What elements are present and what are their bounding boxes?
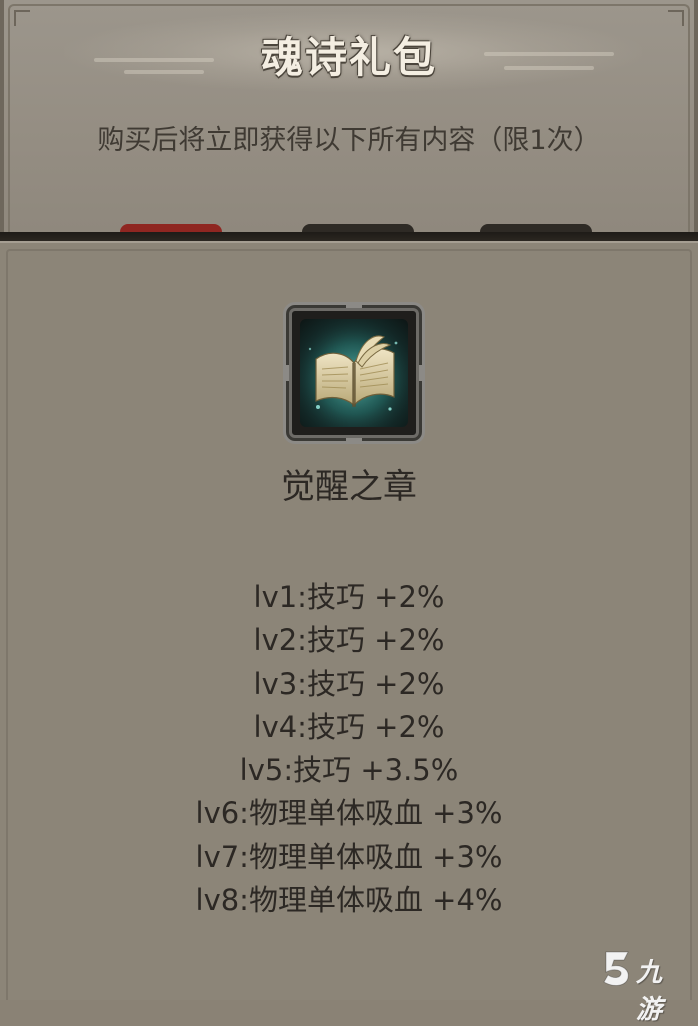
tab-sliver[interactable] <box>480 224 592 232</box>
level-bonus-item: lv2:技巧 +2% <box>253 623 445 658</box>
jiuyou-logo-icon <box>603 951 629 986</box>
watermark: 九游 <box>598 948 684 1025</box>
frame-notch <box>346 438 362 444</box>
book-icon <box>300 319 408 427</box>
level-bonus-item: lv4:技巧 +2% <box>253 709 445 744</box>
level-bonus-item: lv5:技巧 +3.5% <box>239 753 459 788</box>
level-bonus-item: lv3:技巧 +2% <box>253 666 445 701</box>
tab-sliver-active[interactable] <box>120 224 222 232</box>
panel-divider <box>0 232 698 241</box>
dialog-subtitle: 购买后将立即获得以下所有内容（限1次） <box>97 125 601 156</box>
item-tooltip: 觉醒之章 lv1:技巧 +2% lv2:技巧 +2% lv3:技巧 +2% lv… <box>0 241 698 1025</box>
item-icon-frame[interactable] <box>283 302 425 444</box>
level-bonus-item: lv1:技巧 +2% <box>253 580 445 614</box>
frame-notch <box>283 365 289 381</box>
level-bonus-item: lv8:物理单体吸血 +4% <box>195 883 503 918</box>
gift-pack-dialog: 魂诗礼包 购买后将立即获得以下所有内容（限1次） <box>0 0 698 232</box>
tab-sliver[interactable] <box>302 224 414 232</box>
watermark-text: 九游 <box>636 958 663 1025</box>
level-bonus-item: lv6:物理单体吸血 +3% <box>195 796 503 831</box>
level-bonus-item: lv7:物理单体吸血 +3% <box>195 839 503 874</box>
level-bonus-list: lv1:技巧 +2% lv2:技巧 +2% lv3:技巧 +2% lv4:技巧 … <box>0 576 698 922</box>
dialog-title: 魂诗礼包 <box>260 33 437 82</box>
frame-notch <box>419 365 425 381</box>
frame-notch <box>346 302 362 308</box>
item-name: 觉醒之章 <box>281 467 417 507</box>
